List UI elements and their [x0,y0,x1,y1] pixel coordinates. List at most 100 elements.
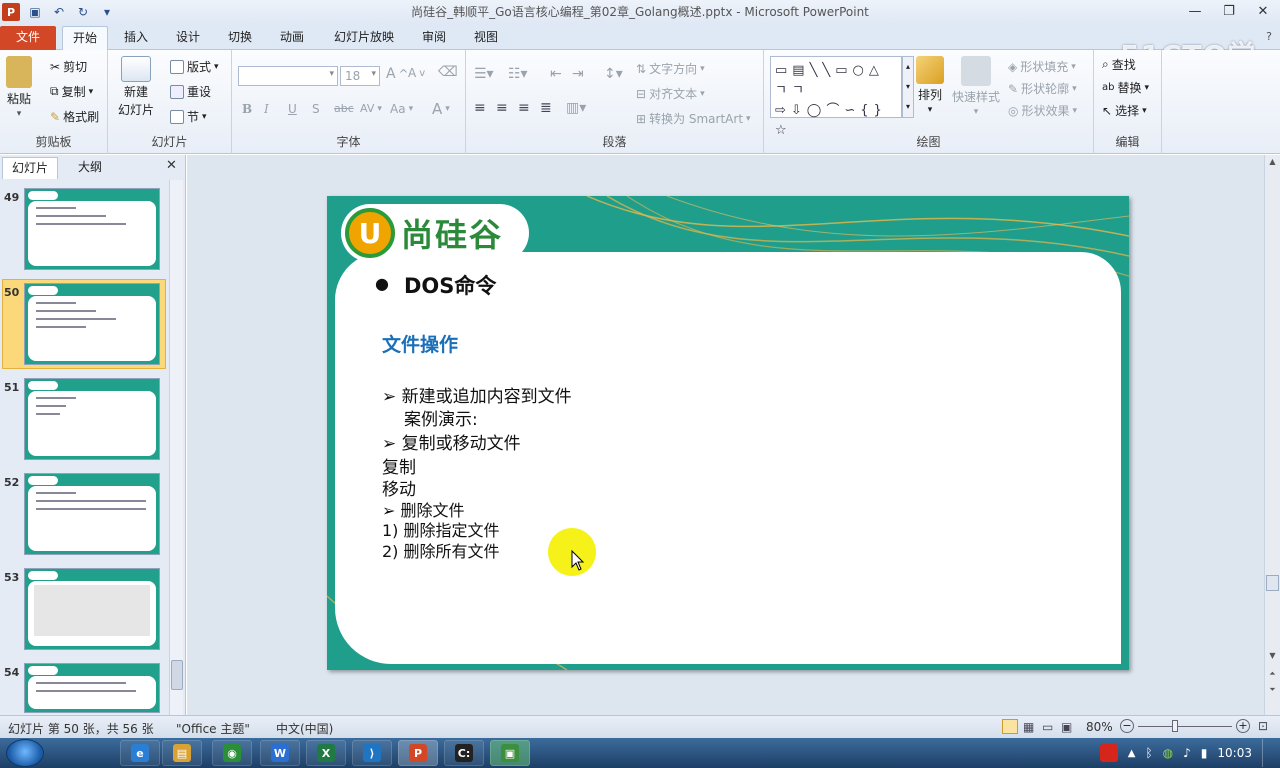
minimize-button[interactable]: — [1178,0,1212,22]
new-slide-button[interactable]: 新建 幻灯片 [118,56,154,118]
slide-thumbnail[interactable] [24,473,160,555]
font-size-combo[interactable]: 18 ▾ [340,66,380,86]
taskbar-wps-button[interactable]: W [260,740,300,766]
underline-button[interactable]: U [288,102,297,116]
scroll-down-icon[interactable]: ▼ [1266,651,1279,663]
taskbar-tool-button[interactable]: ▣ [490,740,530,766]
justify-icon[interactable]: ≣ [540,100,552,116]
shape-outline-button[interactable]: ✎ 形状轮廓 ▾ [1008,80,1077,97]
strikethrough-button[interactable]: abc [334,102,354,115]
tab-animations[interactable]: 动画 [270,26,314,50]
zoom-slider-track[interactable] [1138,726,1232,727]
pane-close-button[interactable]: ✕ [166,158,177,173]
shrink-font-button[interactable]: Av [408,66,425,80]
close-button[interactable]: ✕ [1246,0,1280,22]
reading-view-icon[interactable]: ▭ [1042,720,1053,734]
shapes-gallery[interactable]: ▭▤╲╲▭○△ㄱㄱ⇨⇩◯⌒∽{}☆ [770,56,902,138]
tab-outline[interactable]: 大纲 [62,157,118,179]
redo-icon[interactable]: ↻ [74,3,92,21]
slide-thumbnail[interactable] [24,378,160,460]
change-case-button[interactable]: Aa ▾ [390,102,413,116]
align-text-button[interactable]: ⊟ 对齐文本 ▾ [636,85,705,102]
grow-font-button[interactable]: A ^ [386,66,408,82]
cut-button[interactable]: ✂ 剪切 [50,58,87,75]
zoom-in-icon[interactable]: + [1236,719,1250,733]
slide-canvas[interactable]: U 尚硅谷 ● DOS命令 文件操作 ➢ 新建或追加内容到文件 案例演示: ➢ … [327,196,1129,670]
columns-icon[interactable]: ▥▾ [566,100,586,116]
scroll-up-icon[interactable]: ▲ [1266,157,1279,169]
shadow-button[interactable]: S [312,102,320,116]
shape-fill-button[interactable]: ◈ 形状填充 ▾ [1008,58,1076,75]
decrease-indent-icon[interactable]: ⇤ [550,66,562,82]
bullets-icon[interactable]: ☰▾ [474,66,494,82]
char-spacing-button[interactable]: AV ▾ [360,102,382,115]
network-icon[interactable]: ◍ [1163,746,1173,760]
font-color-button[interactable]: A ▾ [432,100,450,118]
slide-thumbnail[interactable] [24,663,160,713]
taskbar-explorer-button[interactable]: ▤ [162,740,202,766]
tab-insert[interactable]: 插入 [114,26,158,50]
restore-button[interactable]: ❐ [1212,0,1246,22]
scrollbar-thumb[interactable] [171,660,183,690]
tab-transitions[interactable]: 切换 [218,26,262,50]
tab-design[interactable]: 设计 [166,26,210,50]
editor-scrollbar[interactable]: ▲ ▼ ⏶ ⏷ [1264,155,1280,715]
numbering-icon[interactable]: ☷▾ [508,66,528,82]
start-button[interactable] [6,739,44,767]
bold-button[interactable]: B [242,102,252,116]
undo-icon[interactable]: ↶ [50,3,68,21]
align-center-icon[interactable]: ≡ [496,100,508,116]
slide-sorter-icon[interactable]: ▦ [1023,720,1034,734]
clock[interactable]: 10:03 [1217,746,1252,760]
show-hidden-icons-icon[interactable]: ▲ [1128,748,1136,759]
zoom-out-icon[interactable]: − [1120,719,1134,733]
power-icon[interactable]: ▮ [1201,746,1208,760]
layout-button[interactable]: 版式 ▾ [170,58,219,75]
text-direction-button[interactable]: ⇅ 文字方向 ▾ [636,60,705,77]
taskbar-chrome-button[interactable]: ◉ [212,740,252,766]
replace-button[interactable]: ab 替换 ▾ [1102,79,1149,96]
select-button[interactable]: ↖ 选择 ▾ [1102,102,1147,119]
normal-view-icon[interactable] [1002,719,1018,734]
next-slide-icon[interactable]: ⏷ [1266,685,1279,697]
tab-view[interactable]: 视图 [464,26,508,50]
section-button[interactable]: 节 ▾ [170,108,207,125]
show-desktop-button[interactable] [1262,739,1272,767]
reset-button[interactable]: 重设 [170,83,211,100]
align-left-icon[interactable]: ≡ [474,100,486,116]
tab-slides[interactable]: 幻灯片 [2,157,58,179]
taskbar-cmd-button[interactable]: C: [444,740,484,766]
help-icon[interactable]: ? [1266,30,1272,43]
thumbnail-scrollbar[interactable] [169,180,183,715]
zoom-slider-handle[interactable] [1172,720,1178,732]
shape-effects-button[interactable]: ◎ 形状效果 ▾ [1008,102,1077,119]
fit-to-window-icon[interactable]: ⊡ [1258,719,1268,733]
taskbar-ie-button[interactable]: e [120,740,160,766]
quick-styles-button[interactable]: 快速样式 ▾ [952,56,1000,117]
shapes-gallery-more-icon[interactable]: ▴ ▾ ▾ [902,56,914,118]
ime-icon[interactable] [1099,744,1118,762]
powerpoint-logo-icon[interactable]: P [2,3,20,21]
language-indicator[interactable]: 中文(中国) [276,720,333,737]
italic-button[interactable]: I [264,102,269,116]
slide-thumbnail[interactable] [24,568,160,650]
zoom-level[interactable]: 80% [1086,720,1113,734]
previous-slide-icon[interactable]: ⏶ [1266,669,1279,681]
bluetooth-icon[interactable]: ᛒ [1145,746,1152,760]
taskbar-powerpoint-button[interactable]: P [398,740,438,766]
tab-review[interactable]: 审阅 [412,26,456,50]
save-icon[interactable]: ▣ [26,3,44,21]
arrange-button[interactable]: 排列 ▾ [916,56,944,115]
font-name-combo[interactable]: ▾ [238,66,338,86]
slide-thumbnail[interactable] [24,283,160,365]
find-button[interactable]: ⌕ 查找 [1102,56,1136,73]
clear-format-icon[interactable]: ⌫ [438,64,458,80]
increase-indent-icon[interactable]: ⇥ [572,66,584,82]
paste-button[interactable]: 粘贴 ▾ [6,56,32,119]
customize-qat-icon[interactable]: ▾ [98,3,116,21]
tab-file[interactable]: 文件 [0,26,56,50]
slide-thumbnail[interactable] [24,188,160,270]
volume-icon[interactable]: ♪ [1183,746,1191,760]
tab-slideshow[interactable]: 幻灯片放映 [324,26,404,50]
format-painter-button[interactable]: ✎ 格式刷 [50,108,99,125]
